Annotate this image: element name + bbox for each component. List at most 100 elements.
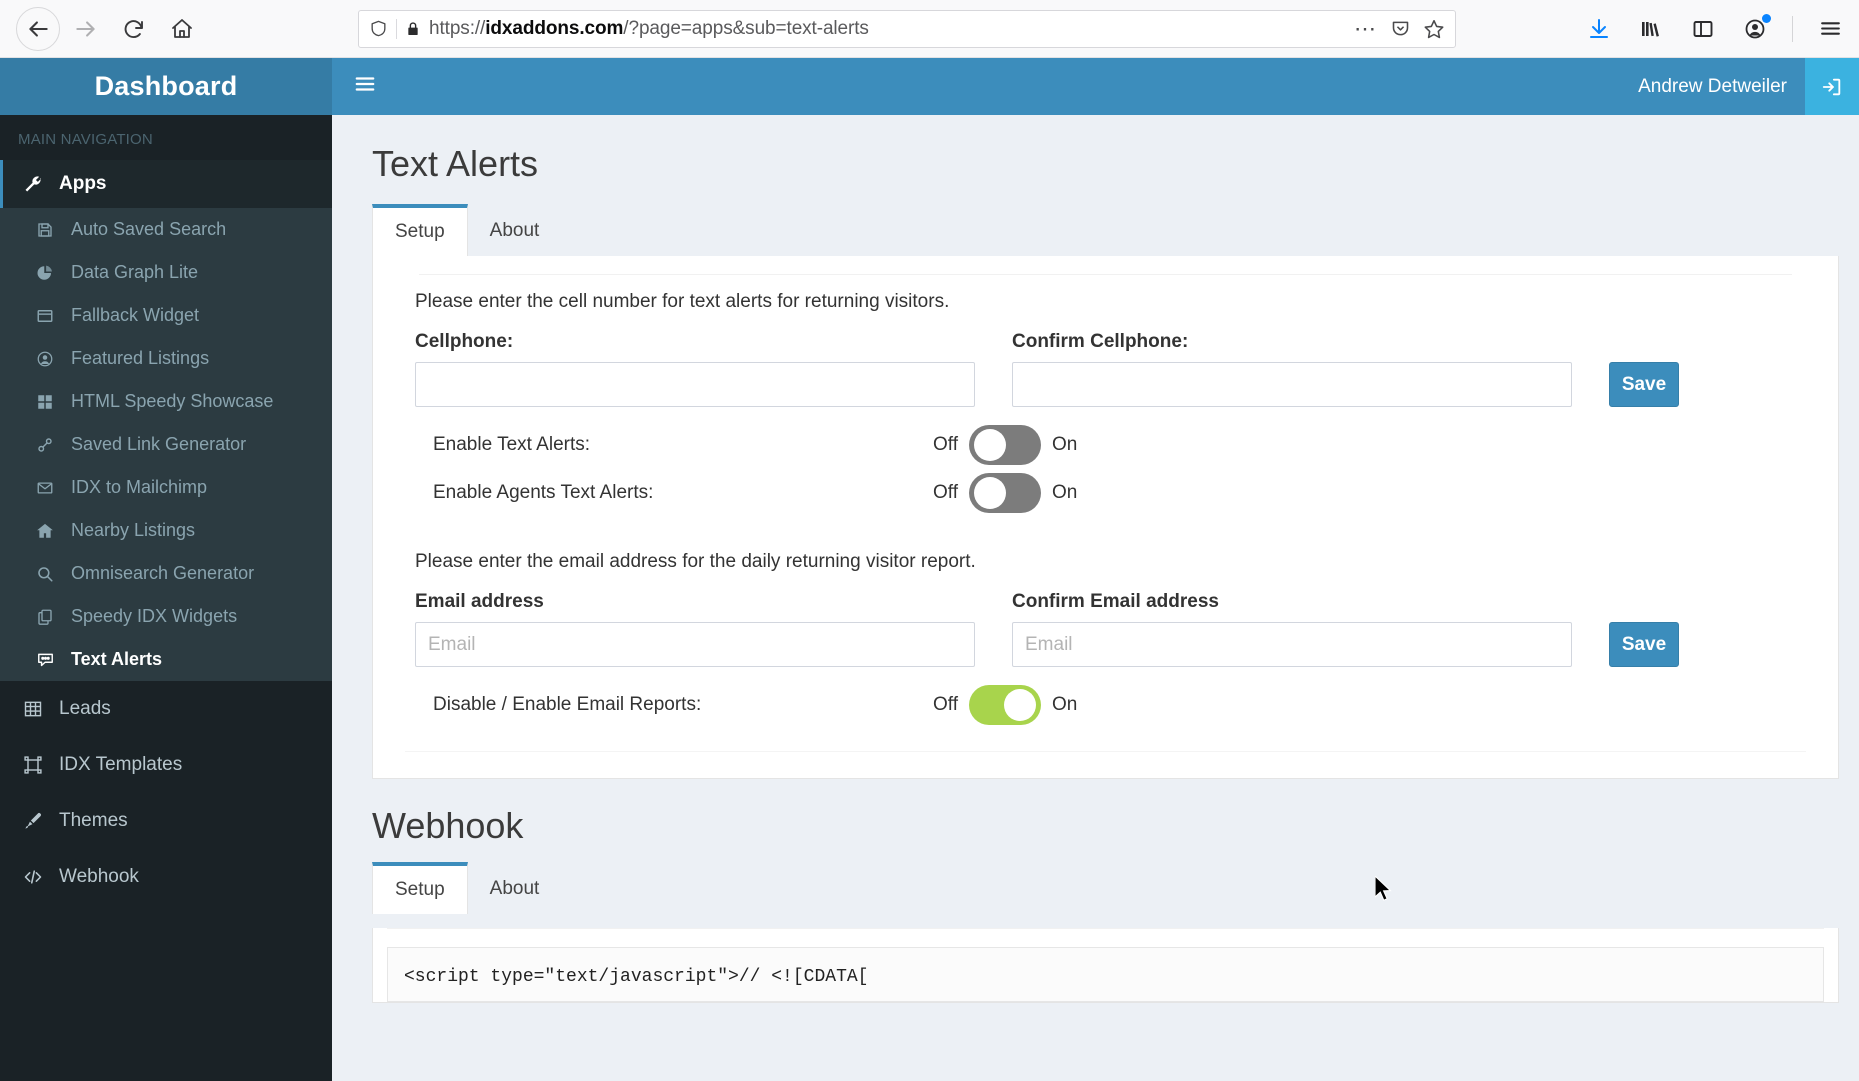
account-button[interactable]: [1740, 13, 1771, 44]
sidebar-item-label: HTML Speedy Showcase: [71, 391, 274, 411]
sidebar-toggle-button[interactable]: [354, 73, 376, 100]
url-scheme: https://: [429, 17, 486, 39]
sidebar-button[interactable]: [1688, 14, 1718, 44]
sidebar-item-label: Fallback Widget: [71, 305, 200, 325]
sidebar-item-label: Speedy IDX Widgets: [71, 606, 238, 626]
browser-toolbar-right: [1584, 13, 1845, 44]
library-icon: [1642, 21, 1659, 37]
sidebar-item-data-graph-lite[interactable]: Data Graph Lite: [0, 251, 332, 294]
sidebar-item-label: Data Graph Lite: [71, 262, 199, 282]
switch-off-label: Off: [933, 482, 958, 503]
text-alerts-panel-wrap: Setup About Please enter the cell number…: [372, 204, 1839, 779]
sidebar-item-html-speedy-showcase[interactable]: HTML Speedy Showcase: [0, 380, 332, 423]
sidebar-item-auto-saved-search[interactable]: Auto Saved Search: [0, 208, 332, 251]
webhook-tabs: Setup About: [372, 862, 1839, 914]
switch-on-label: On: [1052, 694, 1078, 715]
downloads-button[interactable]: [1584, 14, 1614, 44]
paintbrush-icon: [21, 811, 45, 831]
sidebar-item-idx-to-mailchimp[interactable]: IDX to Mailchimp: [0, 466, 332, 509]
toggle-knob: [974, 429, 1006, 461]
sidebar-item-saved-link-generator[interactable]: Saved Link Generator: [0, 423, 332, 466]
sidebar-item-idx-templates[interactable]: IDX Templates: [0, 737, 332, 793]
sidebar-item-label: IDX to Mailchimp: [71, 477, 208, 497]
user-name[interactable]: Andrew Detweiler: [1620, 58, 1805, 115]
app-menu-button[interactable]: [1815, 14, 1845, 44]
tab-setup[interactable]: Setup: [372, 204, 468, 256]
sidebar-item-label: Saved Link Generator: [71, 434, 247, 454]
topbar: Andrew Detweiler: [332, 58, 1859, 115]
url-host: idxaddons.com: [485, 17, 624, 39]
webhook-panel: <script type="text/javascript">// <![CDA…: [372, 928, 1839, 1003]
toggle-knob: [1004, 689, 1036, 721]
wrench-icon: [21, 174, 45, 194]
grid-icon: [33, 393, 57, 411]
url-text[interactable]: https://idxaddons.com/?page=apps&sub=tex…: [429, 18, 1346, 40]
sidebar-apps-submenu: Auto Saved Search Data Graph Lite Fallba…: [0, 208, 332, 681]
sidebar-item-leads[interactable]: Leads: [0, 681, 332, 737]
tab-about[interactable]: About: [468, 207, 562, 256]
sidebar-item-nearby-listings[interactable]: Nearby Listings: [0, 509, 332, 552]
sidebar-item-speedy-idx-widgets[interactable]: Speedy IDX Widgets: [0, 595, 332, 638]
copy-icon: [33, 608, 57, 626]
page-title: Text Alerts: [372, 143, 539, 184]
sidebar-logo[interactable]: Dashboard: [0, 58, 332, 115]
padlock-icon[interactable]: [405, 21, 421, 37]
sidebar-item-apps[interactable]: Apps: [0, 160, 332, 208]
switch-off-label: Off: [933, 434, 958, 455]
cellphone-field-group: Cellphone:: [415, 331, 975, 407]
sidebar-item-webhook[interactable]: Webhook: [0, 849, 332, 905]
webhook-tab-setup[interactable]: Setup: [372, 862, 468, 914]
reload-button[interactable]: [112, 7, 156, 51]
sidebar-item-text-alerts[interactable]: Text Alerts: [0, 638, 332, 681]
sidebar-item-label: Text Alerts: [71, 649, 163, 669]
hamburger-menu-icon: [355, 77, 375, 91]
enable-text-alerts-toggle[interactable]: [969, 425, 1041, 465]
sidebar-item-label: Auto Saved Search: [71, 219, 227, 239]
webhook-title: Webhook: [372, 805, 524, 846]
template-icon: [21, 755, 45, 775]
forward-button[interactable]: [64, 7, 108, 51]
home-button[interactable]: [160, 7, 204, 51]
library-button[interactable]: [1636, 14, 1666, 44]
toggle-knob: [974, 477, 1006, 509]
search-icon: [33, 565, 57, 583]
webhook-panel-divider: [387, 928, 1824, 929]
shield-icon[interactable]: [369, 19, 388, 38]
sidebar-item-fallback-widget[interactable]: Fallback Widget: [0, 294, 332, 337]
save-cellphone-button[interactable]: Save: [1609, 362, 1679, 407]
webhook-panel-wrap: Setup About <script type="text/javascrip…: [372, 862, 1839, 1003]
pie-chart-icon: [33, 264, 57, 282]
content-area: Andrew Detweiler Text Alerts Setup About…: [332, 58, 1859, 1081]
star-icon[interactable]: [1423, 18, 1445, 40]
pocket-icon[interactable]: [1390, 18, 1411, 39]
save-email-button[interactable]: Save: [1609, 622, 1679, 667]
confirm-email-input[interactable]: [1012, 622, 1572, 667]
enable-agents-text-alerts-label: Enable Agents Text Alerts:: [433, 482, 654, 503]
text-alerts-panel-inner: Please enter the cell number for text al…: [373, 256, 1838, 778]
ellipsis-icon[interactable]: ⋯: [1354, 17, 1378, 39]
sidebar-item-label: Apps: [59, 173, 107, 194]
email-reports-toggle[interactable]: [969, 685, 1041, 725]
back-button[interactable]: [16, 6, 60, 51]
sidebar-nav-header: MAIN NAVIGATION: [18, 131, 153, 148]
webhook-tab-about[interactable]: About: [468, 865, 562, 914]
sidebar-item-label: Nearby Listings: [71, 520, 196, 540]
enable-agents-text-alerts-toggle[interactable]: [969, 473, 1041, 513]
sidebar-item-themes[interactable]: Themes: [0, 793, 332, 849]
confirm-cellphone-input[interactable]: [1012, 362, 1572, 407]
topbar-right: Andrew Detweiler: [1620, 58, 1859, 115]
email-input[interactable]: [415, 622, 975, 667]
sidebar-item-omnisearch-generator[interactable]: Omnisearch Generator: [0, 552, 332, 595]
email-instructions: Please enter the email address for the d…: [415, 551, 976, 572]
sidebar-item-featured-listings[interactable]: Featured Listings: [0, 337, 332, 380]
logout-button[interactable]: [1805, 58, 1859, 115]
sidebar-item-label: Omnisearch Generator: [71, 563, 255, 583]
panel-bottom-divider: [405, 751, 1806, 752]
cellphone-input[interactable]: [415, 362, 975, 407]
address-bar[interactable]: https://idxaddons.com/?page=apps&sub=tex…: [358, 9, 1456, 48]
confirm-cellphone-label: Confirm Cellphone:: [1012, 331, 1189, 352]
webhook-code-block[interactable]: <script type="text/javascript">// <![CDA…: [387, 947, 1824, 1002]
home-icon: [33, 522, 57, 540]
comment-icon: [33, 650, 57, 669]
arrow-left-icon: [29, 20, 48, 37]
